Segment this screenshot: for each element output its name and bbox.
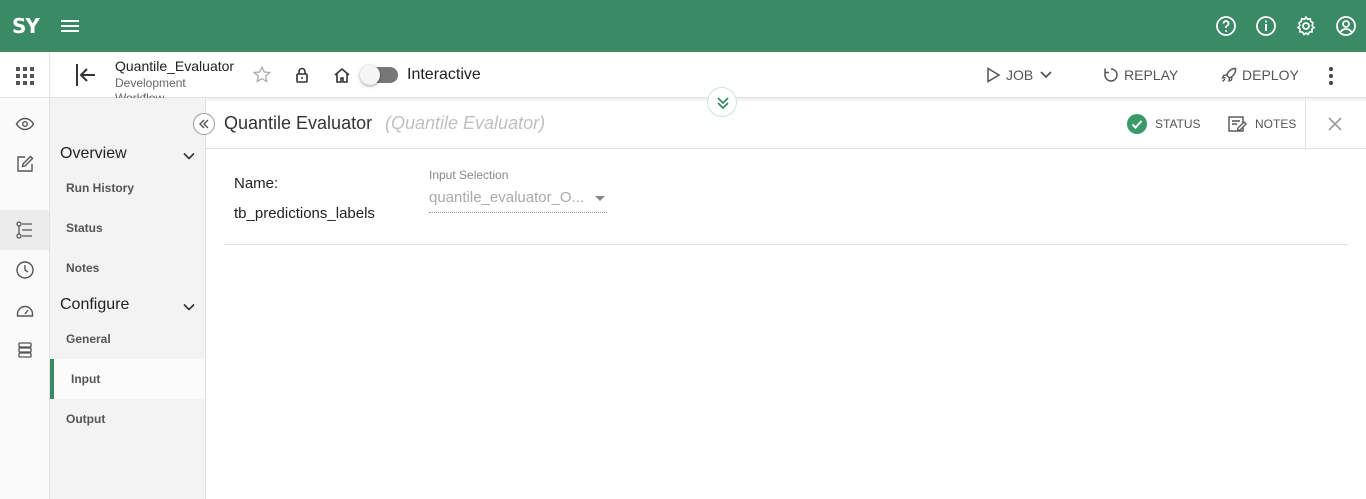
panel-subtitle: (Quantile Evaluator): [385, 113, 546, 133]
workflow-subtitle-2: Workflow: [115, 91, 165, 98]
panel-header-divider: [206, 148, 1366, 149]
double-chevron-down-icon: [717, 97, 729, 110]
interactive-toggle[interactable]: [360, 65, 398, 85]
nav-item-output[interactable]: Output: [50, 399, 205, 439]
hamburger-menu-icon[interactable]: [58, 14, 82, 38]
configure-section-label: Configure: [60, 296, 130, 313]
notes-button[interactable]: NOTES: [1227, 114, 1296, 134]
eye-icon[interactable]: [15, 114, 35, 134]
chevron-down-icon: [183, 303, 195, 311]
name-value: tb_predictions_labels: [234, 205, 375, 222]
info-icon[interactable]: [1254, 14, 1278, 38]
notes-button-label: NOTES: [1255, 117, 1297, 131]
overview-section-label: Overview: [60, 145, 127, 162]
notes-icon: [1228, 116, 1247, 132]
apps-grid-icon[interactable]: [15, 66, 35, 86]
workflow-subtitle: Development: [115, 76, 186, 90]
top-app-bar: SY: [0, 0, 1366, 52]
star-icon[interactable]: [252, 65, 272, 85]
app-logo[interactable]: SY: [12, 14, 40, 38]
workflow-header: Quantile_Evaluator Development Workflow …: [0, 52, 1366, 98]
nav-item-status[interactable]: Status: [50, 208, 205, 248]
nav-item-notes[interactable]: Notes: [50, 248, 205, 288]
nav-item-general[interactable]: General: [50, 319, 205, 359]
input-selection-dropdown[interactable]: quantile_evaluator_O...: [429, 186, 607, 213]
user-account-icon[interactable]: [1334, 14, 1358, 38]
settings-gear-icon[interactable]: [1294, 14, 1318, 38]
header-shadow: [206, 98, 1366, 102]
input-selection-label: Input Selection: [429, 168, 509, 182]
dropdown-caret-icon: [595, 196, 605, 201]
toggle-knob: [360, 65, 380, 85]
replay-button[interactable]: REPLAY: [1102, 66, 1178, 84]
job-button-label: JOB: [1006, 67, 1034, 83]
nav-item-run-history[interactable]: Run History: [50, 168, 205, 208]
apps-cell: [0, 52, 50, 98]
home-icon[interactable]: [332, 65, 352, 85]
check-circle-icon: [1127, 114, 1147, 134]
deploy-button-label: DEPLOY: [1242, 67, 1299, 83]
close-icon[interactable]: [1327, 116, 1343, 132]
lock-icon[interactable]: [292, 65, 312, 85]
workflow-title: Quantile_Evaluator: [115, 58, 235, 74]
replay-icon: [1104, 68, 1118, 82]
deploy-button[interactable]: DEPLOY: [1220, 66, 1299, 84]
workflow-steps-icon[interactable]: [15, 220, 35, 240]
help-icon[interactable]: [1214, 14, 1238, 38]
double-chevron-left-icon: [199, 119, 209, 129]
rocket-icon: [1221, 67, 1237, 83]
more-options-icon[interactable]: [1322, 65, 1340, 87]
overview-section-header[interactable]: Overview: [60, 145, 200, 169]
job-button[interactable]: JOB: [984, 66, 1055, 84]
collapse-header-button[interactable]: [707, 87, 737, 117]
chevron-down-icon: [183, 152, 195, 160]
configure-section-header[interactable]: Configure: [60, 296, 200, 320]
edit-icon[interactable]: [15, 154, 35, 174]
name-label: Name:: [234, 175, 279, 192]
input-selection-value: quantile_evaluator_O...: [429, 189, 585, 206]
replay-button-label: REPLAY: [1124, 67, 1179, 83]
content-divider: [224, 244, 1348, 245]
left-icon-rail: [0, 98, 50, 499]
layers-stack-icon[interactable]: [15, 340, 35, 360]
status-button[interactable]: STATUS: [1127, 114, 1201, 134]
interactive-toggle-label: Interactive: [407, 66, 481, 83]
back-arrow-icon[interactable]: [74, 62, 98, 88]
panel-title: Quantile Evaluator: [224, 113, 373, 133]
collapse-sidenav-button[interactable]: [193, 113, 215, 135]
panel-header-separator: [1305, 100, 1306, 148]
dashboard-gauge-icon[interactable]: [15, 300, 35, 320]
chevron-down-icon: [1040, 71, 1052, 79]
play-icon: [987, 67, 1001, 83]
nav-item-input[interactable]: Input: [50, 359, 205, 399]
status-button-label: STATUS: [1155, 117, 1201, 131]
node-side-nav: Overview Run History Status Notes Config…: [50, 98, 206, 499]
clock-icon[interactable]: [15, 260, 35, 280]
